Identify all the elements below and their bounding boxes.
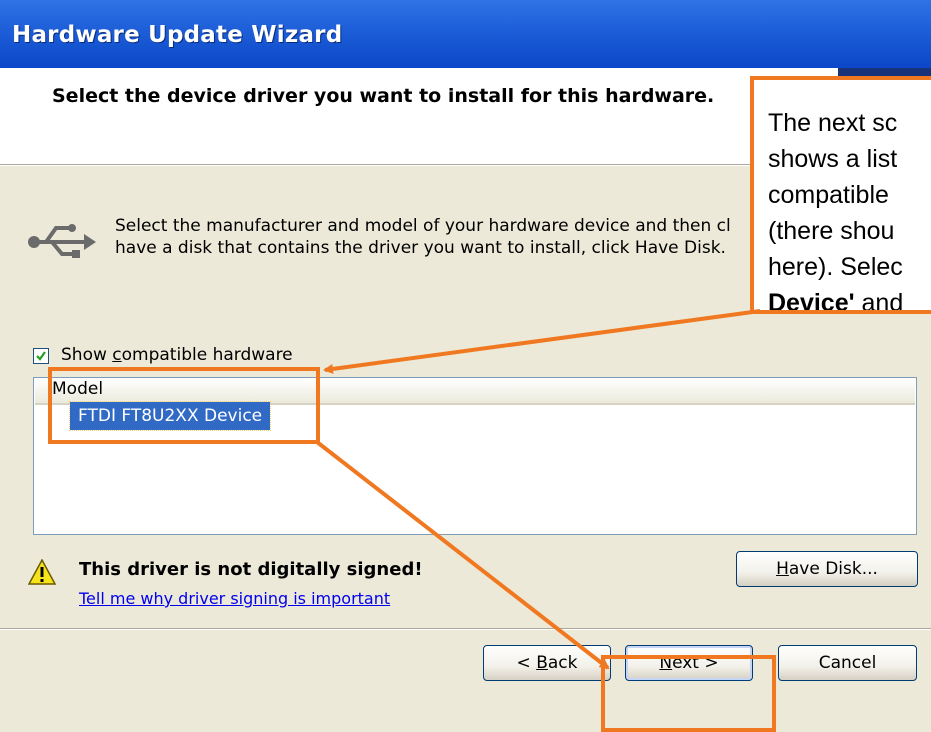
- page-heading: Select the device driver you want to ins…: [52, 85, 715, 107]
- unsigned-driver-warning: This driver is not digitally signed!: [79, 559, 423, 580]
- annotation-callout: The next sc shows a list compatible (the…: [750, 76, 931, 314]
- checkmark-icon: [36, 351, 46, 361]
- cancel-button[interactable]: Cancel: [778, 645, 917, 681]
- show-compatible-label[interactable]: Show compatible hardware: [61, 345, 293, 365]
- next-highlight-box: [601, 655, 776, 732]
- callout-text: The next sc shows a list compatible (the…: [768, 109, 904, 314]
- window-title: Hardware Update Wizard: [12, 22, 343, 48]
- usb-icon: [26, 222, 96, 267]
- back-button[interactable]: < Back: [483, 645, 611, 681]
- driver-signing-link[interactable]: Tell me why driver signing is important: [79, 589, 390, 608]
- title-bar[interactable]: Hardware Update Wizard: [0, 0, 931, 68]
- arrow-to-model: [323, 309, 761, 374]
- warning-icon: [27, 558, 57, 590]
- model-highlight-box: [48, 367, 320, 444]
- show-compatible-checkbox[interactable]: [33, 348, 49, 364]
- have-disk-button[interactable]: Have Disk...: [736, 551, 918, 587]
- instructions-text: Select the manufacturer and model of you…: [115, 216, 731, 258]
